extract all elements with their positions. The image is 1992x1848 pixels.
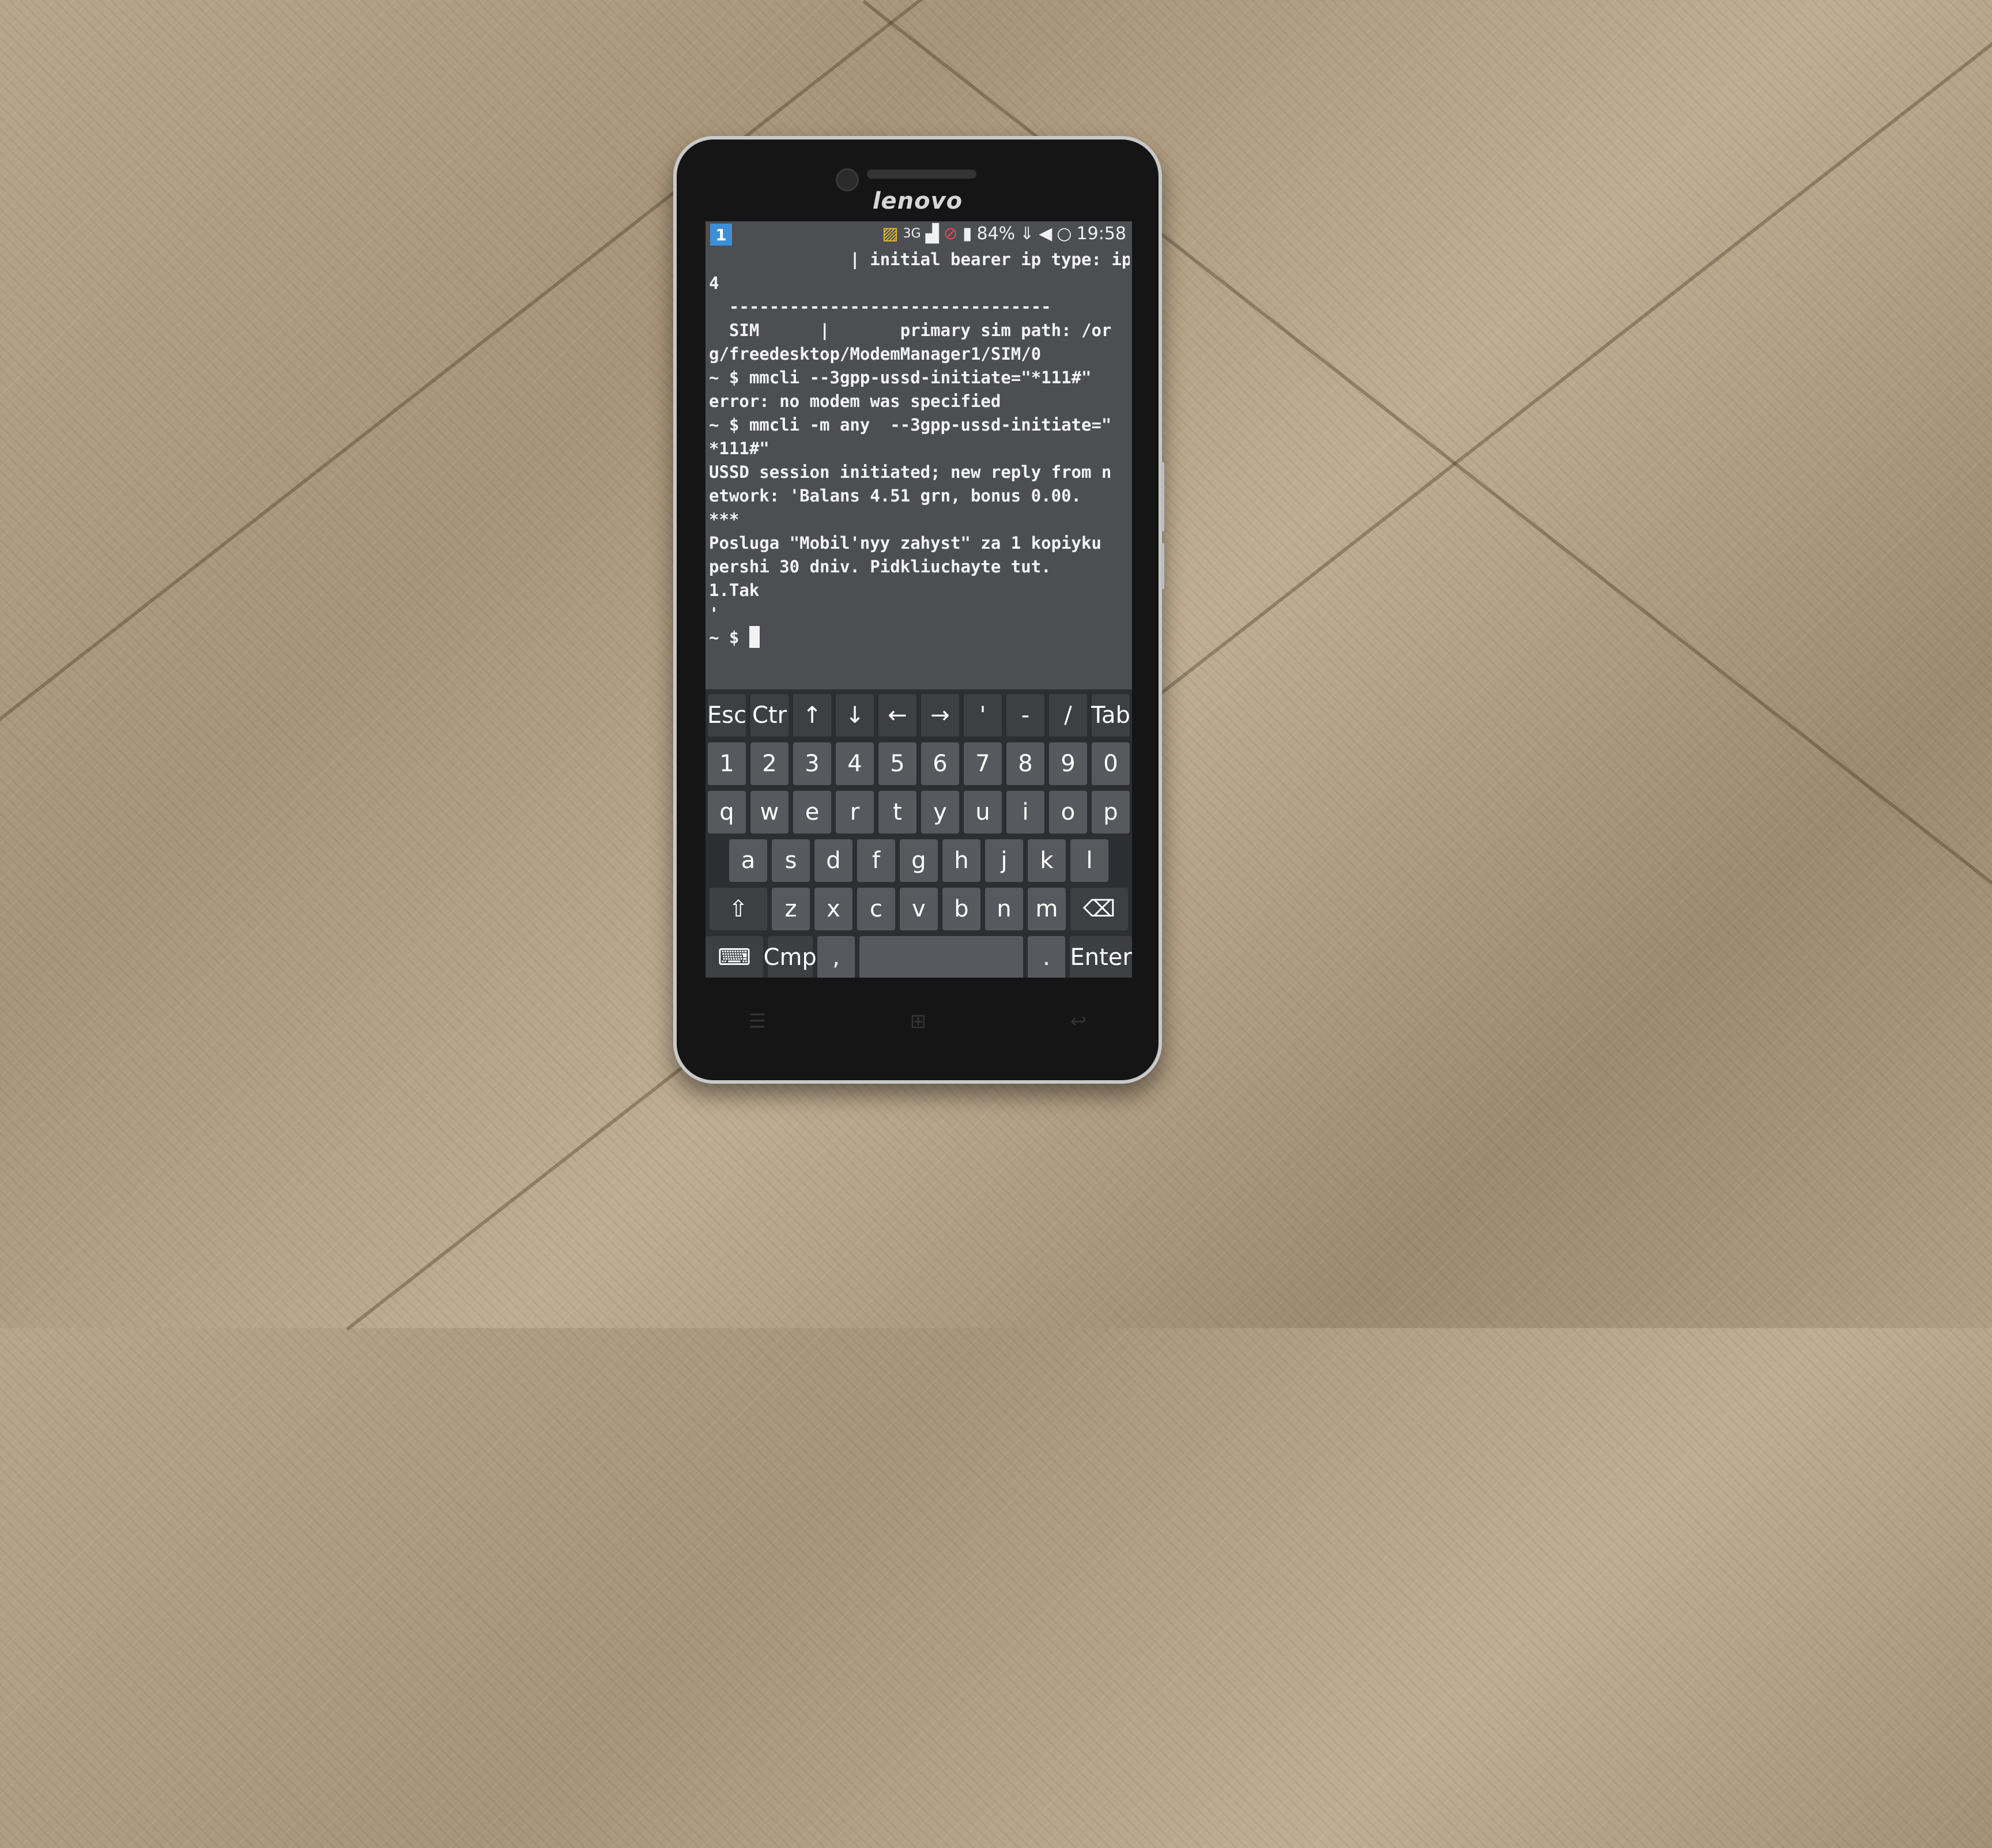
key-period[interactable]: . [1027,936,1066,978]
terminal-cursor [749,626,760,648]
key-s[interactable]: s [772,839,810,882]
battery-level: 84% [976,224,1016,244]
volume-icon: ◀ [1039,224,1052,244]
terminal-line: error: no modem was specified [709,391,1001,411]
key-j[interactable]: j [985,839,1023,882]
backspace-key[interactable]: ⌫ [1070,888,1128,930]
key-a[interactable]: a [729,839,767,882]
shift-key[interactable]: ⇧ [710,888,767,930]
key-r[interactable]: r [836,791,874,834]
terminal-prompt-line[interactable]: ~ $ [709,626,1130,650]
terminal-line: ' [709,604,719,624]
terminal-line: | initial bearer ip type: ipv [709,250,1130,269]
power-button[interactable] [1161,543,1164,589]
key-d[interactable]: d [814,839,852,882]
key-z[interactable]: z [772,888,810,930]
key-6[interactable]: 6 [921,742,959,785]
menu-icon[interactable]: ☰ [749,1010,766,1033]
key-e[interactable]: e [793,791,831,834]
key-dash[interactable]: - [1006,694,1044,737]
key-x[interactable]: x [814,888,852,930]
key-9[interactable]: 9 [1049,742,1087,785]
key-u[interactable]: u [964,791,1002,834]
key-h[interactable]: h [942,839,980,882]
key-up[interactable]: ↑ [793,694,831,737]
hardware-nav-bar: ☰ ⊞ ↩ [677,1004,1159,1039]
key-b[interactable]: b [942,888,980,930]
key-f[interactable]: f [857,839,895,882]
screen: 1 ▨ 3G ▟ ⊘ ▮ 84% ⇓ ◀ ○ 19:58 | initial b… [705,221,1132,978]
terminal-line: *111#" [709,439,769,458]
key-quote[interactable]: ' [964,694,1002,737]
terminal-line: pershi 30 dniv. Pidkliuchayte tut. [709,557,1051,576]
key-5[interactable]: 5 [878,742,916,785]
terminal-line: ~ $ mmcli --3gpp-ussd-initiate="*111#" [709,368,1092,387]
key-8[interactable]: 8 [1006,742,1044,785]
key-q[interactable]: q [708,791,746,834]
enter-key[interactable]: Enter [1070,936,1132,978]
key-v[interactable]: v [900,888,938,930]
key-k[interactable]: k [1028,839,1066,882]
key-slash[interactable]: / [1049,694,1087,737]
download-icon: ⇓ [1020,224,1035,244]
sync-icon: ○ [1057,224,1072,244]
keyboard-switch-icon[interactable]: ⌨ [705,936,763,978]
terminal-line: USSD session initiated; new reply from n [709,462,1112,482]
space-bar[interactable] [859,936,1023,978]
status-bar: 1 ▨ 3G ▟ ⊘ ▮ 84% ⇓ ◀ ○ 19:58 [705,221,1132,247]
key-n[interactable]: n [985,888,1023,930]
key-ctrl[interactable]: Ctr [750,694,788,737]
back-icon[interactable]: ↩ [1070,1010,1087,1033]
on-screen-keyboard: Esc Ctr ↑ ↓ ← → ' - / Tab 1 2 3 4 5 6 7 … [705,689,1132,978]
key-4[interactable]: 4 [836,742,874,785]
terminal-line: 1.Tak [709,580,760,600]
signal-icon: ▟ [925,224,939,244]
key-left[interactable]: ← [878,694,916,737]
key-p[interactable]: p [1092,791,1130,834]
terminal-line: ~ $ mmcli -m any --3gpp-ussd-initiate=" [709,415,1112,435]
key-compose[interactable]: Cmp [764,936,817,978]
key-i[interactable]: i [1006,791,1044,834]
floor-seam [346,0,1992,1331]
key-0[interactable]: 0 [1092,742,1130,785]
no-wifi-icon: ⊘ [943,224,958,244]
key-3[interactable]: 3 [793,742,831,785]
key-t[interactable]: t [878,791,916,834]
volume-button[interactable] [1161,462,1164,531]
terminal-line: Posluga "Mobil'nyy zahyst" za 1 kopiyku [709,533,1101,553]
phone: lenovo 1 ▨ 3G ▟ ⊘ ▮ 84% ⇓ ◀ ○ 19:58 | in… [673,136,1164,1084]
key-c[interactable]: c [857,888,895,930]
terminal-prompt: ~ $ [709,628,749,647]
key-l[interactable]: l [1070,839,1108,882]
key-m[interactable]: m [1028,888,1066,930]
key-g[interactable]: g [900,839,938,882]
terminal-line: 4 [709,273,719,293]
terminal-line: -------------------------------- [709,297,1051,316]
key-down[interactable]: ↓ [836,694,874,737]
key-right[interactable]: → [921,694,959,737]
key-tab[interactable]: Tab [1091,694,1130,737]
clock: 19:58 [1076,224,1126,244]
terminal-line: *** [709,510,740,529]
battery-icon: ▮ [962,224,972,244]
brand-logo: lenovo [872,188,963,214]
key-y[interactable]: y [921,791,959,834]
sim-icon: ▨ [882,224,899,244]
key-7[interactable]: 7 [964,742,1002,785]
key-1[interactable]: 1 [708,742,746,785]
terminal-line: SIM | primary sim path: /or [709,320,1112,340]
key-comma[interactable]: , [817,936,855,978]
network-type: 3G [903,227,921,241]
key-w[interactable]: w [750,791,788,834]
terminal-line: etwork: 'Balans 4.51 grn, bonus 0.00. [709,486,1082,506]
home-icon[interactable]: ⊞ [910,1010,927,1033]
terminal-output[interactable]: | initial bearer ip type: ipv 4 --------… [709,248,1130,650]
terminal-line: g/freedesktop/ModemManager1/SIM/0 [709,344,1042,364]
window-number-badge[interactable]: 1 [710,224,732,246]
key-2[interactable]: 2 [750,742,788,785]
earpiece [867,169,976,179]
key-o[interactable]: o [1049,791,1087,834]
key-esc[interactable]: Esc [707,694,746,737]
